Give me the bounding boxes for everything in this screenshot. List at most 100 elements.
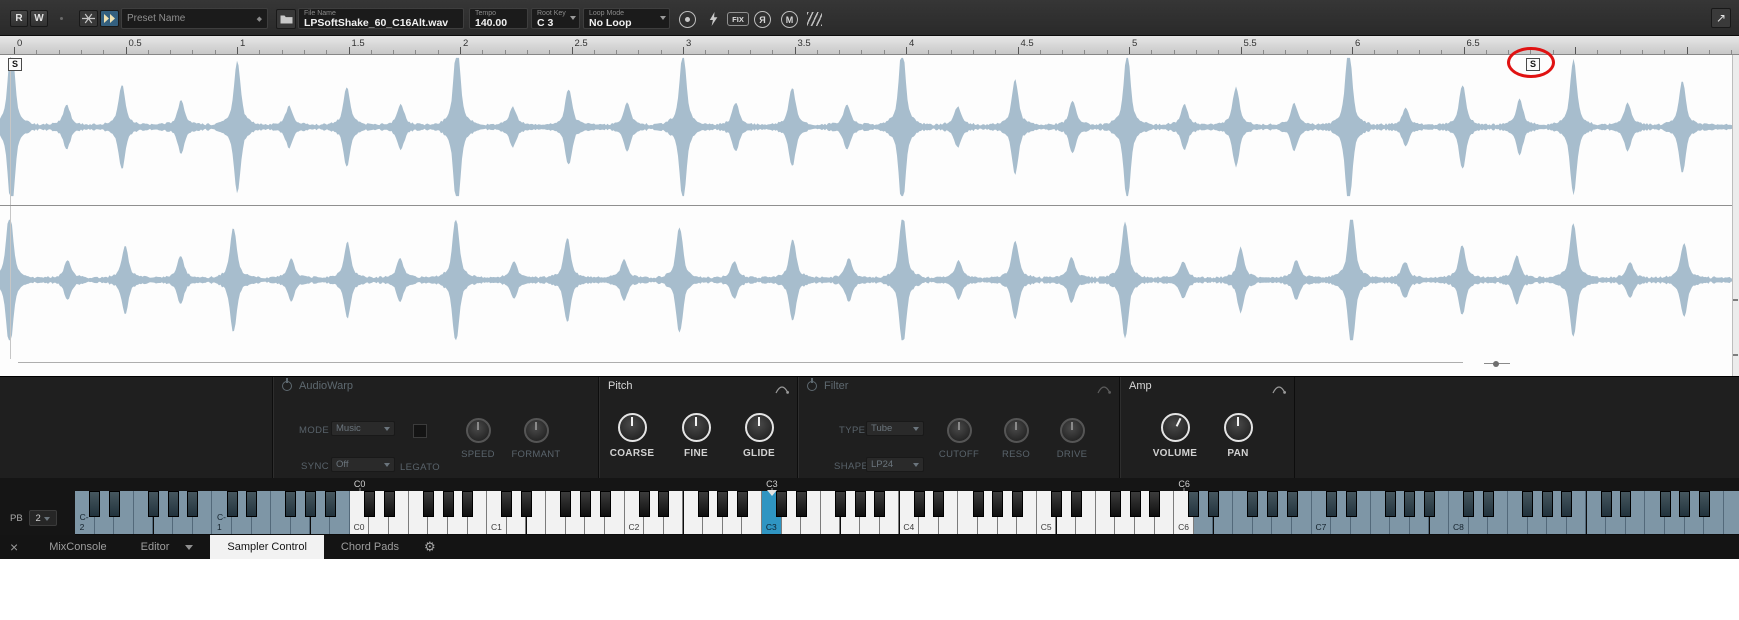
sync-select[interactable]: Off — [331, 457, 395, 472]
tab-chord-pads[interactable]: Chord Pads — [324, 535, 416, 559]
piano-key-black[interactable] — [1404, 491, 1416, 517]
loop-mode-field[interactable]: Loop Mode No Loop — [583, 8, 670, 29]
fine-knob[interactable]: FINE — [660, 413, 732, 459]
mono-mode-button[interactable]: M — [781, 11, 798, 28]
piano-key-black[interactable] — [776, 491, 788, 517]
piano-key-black[interactable] — [717, 491, 729, 517]
drive-knob[interactable]: DRIVE — [1036, 418, 1108, 460]
read-automation-button[interactable]: R — [10, 10, 28, 27]
piano-key-black[interactable] — [89, 491, 101, 517]
piano-key-black[interactable] — [501, 491, 513, 517]
piano-key-black[interactable] — [187, 491, 199, 517]
piano-key-black[interactable] — [1247, 491, 1259, 517]
piano-key-black[interactable] — [1266, 491, 1278, 517]
audiowarp-power-button[interactable] — [282, 381, 292, 391]
piano-key-black[interactable] — [795, 491, 807, 517]
piano-key-black[interactable] — [638, 491, 650, 517]
scroll-indicator[interactable] — [18, 362, 1463, 363]
piano-key-black[interactable] — [972, 491, 984, 517]
piano-key-black[interactable] — [1463, 491, 1475, 517]
open-in-window-button[interactable]: ↗ — [1711, 8, 1731, 28]
piano-key-black[interactable] — [579, 491, 591, 517]
reverse-button[interactable]: Я — [754, 11, 771, 28]
piano-key-black[interactable] — [442, 491, 454, 517]
piano-key-black[interactable] — [148, 491, 159, 517]
piano-key-black[interactable] — [521, 491, 532, 517]
piano-key-black[interactable] — [992, 491, 1004, 517]
piano-keyboard[interactable]: C-2 C-1 C0 C1 C2 C3 C4 C5 C6 C7 C8 — [75, 491, 1739, 535]
piano-key-black[interactable] — [1188, 491, 1200, 517]
fixed-velocity-button[interactable] — [705, 10, 721, 27]
waveform-display[interactable]: S S — [0, 55, 1739, 376]
filter-power-button[interactable] — [807, 381, 817, 391]
piano-key-black[interactable] — [1070, 491, 1082, 517]
piano-key-black[interactable] — [1424, 491, 1435, 517]
tempo-field[interactable]: Tempo 140.00 — [469, 8, 528, 29]
piano-key-black[interactable] — [1109, 491, 1121, 517]
piano-key-black[interactable] — [854, 491, 866, 517]
piano-key-black[interactable] — [1600, 491, 1612, 517]
glide-knob[interactable]: GLIDE — [723, 413, 795, 459]
formant-knob[interactable]: FORMANT — [500, 418, 572, 460]
piano-key-black[interactable] — [560, 491, 572, 517]
preset-name-field[interactable]: Preset Name ◆ — [121, 8, 268, 29]
piano-key-black[interactable] — [697, 491, 709, 517]
piano-key-black[interactable] — [305, 491, 317, 517]
filter-envelope-icon[interactable] — [1097, 381, 1111, 394]
piano-key-black[interactable] — [1129, 491, 1141, 517]
piano-key-black[interactable] — [1325, 491, 1337, 517]
vertical-zoom-strip[interactable] — [1732, 55, 1739, 376]
tab-sampler-control[interactable]: Sampler Control — [210, 535, 324, 559]
piano-key-black[interactable] — [933, 491, 945, 517]
piano-key-black[interactable] — [108, 491, 120, 517]
coarse-knob[interactable]: COARSE — [596, 413, 668, 459]
fixed-pitch-button[interactable]: FIX — [727, 12, 749, 26]
pan-knob[interactable]: PAN — [1202, 413, 1274, 459]
piano-key-black[interactable] — [599, 491, 611, 517]
root-key-field[interactable]: Root Key C 3 — [531, 8, 580, 29]
piano-key-black[interactable] — [874, 491, 886, 517]
piano-key-black[interactable] — [1679, 491, 1691, 517]
piano-key-black[interactable] — [1208, 491, 1219, 517]
piano-key-black[interactable] — [1011, 491, 1023, 517]
timeline-ruler[interactable]: 0 0.5 1 1.5 2 2.5 3 3.5 4 4.5 5 5.5 6 6.5 — [0, 36, 1739, 55]
tab-editor[interactable]: Editor — [124, 535, 211, 559]
editor-dropdown-icon[interactable] — [185, 544, 194, 554]
piano-key-black[interactable] — [226, 491, 238, 517]
piano-key-black[interactable] — [1345, 491, 1357, 517]
piano-key-black[interactable] — [1561, 491, 1573, 517]
piano-key-black[interactable] — [835, 491, 847, 517]
piano-key-black[interactable] — [1384, 491, 1396, 517]
zoom-handle[interactable] — [1493, 361, 1499, 367]
piano-key-black[interactable] — [1149, 491, 1161, 517]
piano-key-black[interactable] — [422, 491, 434, 517]
piano-key-black[interactable] — [1482, 491, 1494, 517]
root-key-marker[interactable] — [766, 490, 777, 501]
root-key-dropdown-icon[interactable] — [570, 16, 576, 23]
legato-toggle[interactable] — [413, 424, 427, 438]
piano-key-black[interactable] — [736, 491, 748, 517]
piano-key-black[interactable] — [1522, 491, 1534, 517]
piano-key-black[interactable] — [363, 491, 375, 517]
piano-key-black[interactable] — [285, 491, 297, 517]
filter-shape-select[interactable]: LP24 — [866, 457, 924, 472]
piano-key-black[interactable] — [1051, 491, 1062, 517]
write-automation-button[interactable]: W — [30, 10, 48, 27]
piano-key-black[interactable] — [1620, 491, 1632, 517]
piano-key-black[interactable] — [324, 491, 336, 517]
mode-select[interactable]: Music — [331, 421, 395, 436]
tab-mixconsole[interactable]: MixConsole — [32, 535, 123, 559]
file-name-field[interactable]: File Name LPSoftShake_60_C16Alt.wav — [298, 8, 464, 29]
piano-key-black[interactable] — [1541, 491, 1553, 517]
sample-end-flag[interactable]: S — [1526, 58, 1540, 71]
setup-gear-icon[interactable]: ⚙ — [424, 539, 436, 555]
piano-key-black[interactable] — [1659, 491, 1671, 517]
one-shot-button[interactable] — [679, 11, 696, 28]
close-lower-zone-button[interactable]: × — [10, 536, 18, 558]
piano-key-black[interactable] — [462, 491, 474, 517]
pitchbend-select[interactable]: 2 — [28, 510, 57, 526]
sample-start-flag[interactable]: S — [8, 58, 22, 71]
piano-key-white[interactable] — [1723, 491, 1739, 534]
piano-key-black[interactable] — [383, 491, 395, 517]
loop-mode-dropdown-icon[interactable] — [660, 16, 666, 23]
